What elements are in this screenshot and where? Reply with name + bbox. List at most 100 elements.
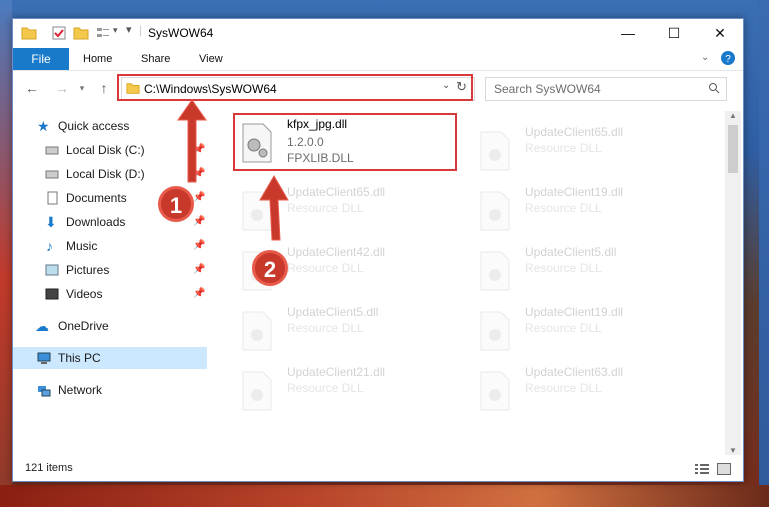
desktop-background-left — [0, 0, 12, 507]
sidebar-item-label: Videos — [66, 287, 103, 301]
search-icon[interactable] — [708, 82, 720, 94]
file-item[interactable]: UpdateClient65.dll Resource DLL — [473, 123, 699, 183]
drive-icon — [45, 170, 59, 179]
file-name: UpdateClient63.dll — [525, 365, 624, 379]
new-folder-icon[interactable] — [73, 25, 89, 41]
callout-two: 2 — [252, 250, 288, 286]
sidebar-item-label: Local Disk (D:) — [66, 167, 145, 181]
maximize-button[interactable]: ☐ — [651, 19, 697, 47]
window-title: SysWOW64 — [148, 26, 214, 40]
file-description: Resource DLL — [525, 381, 602, 395]
pin-icon[interactable]: 📌 — [193, 283, 205, 305]
sidebar-item-label: Downloads — [66, 215, 126, 229]
file-name: UpdateClient19.dll — [525, 305, 624, 319]
up-arrow-icon[interactable]: ↑ — [95, 79, 113, 97]
file-name: UpdateClient21.dll — [287, 365, 386, 379]
properties-icon[interactable] — [51, 25, 67, 41]
file-item[interactable]: UpdateClient19.dll Resource DLL — [473, 183, 699, 243]
dll-gear-icon — [480, 311, 510, 351]
scroll-up-icon[interactable]: ▲ — [729, 111, 737, 120]
desktop-background-bottom — [0, 485, 769, 507]
sidebar-item-pictures[interactable]: Pictures 📌 — [13, 259, 207, 281]
file-item[interactable]: UpdateClient21.dll Resource DLL — [235, 363, 461, 423]
sidebar-item-label: Network — [58, 383, 103, 397]
customize-toolbar-icon[interactable]: ▾ — [126, 23, 132, 36]
sidebar-item-videos[interactable]: Videos 📌 — [13, 283, 207, 305]
desktop-background-right — [759, 0, 769, 507]
tab-share[interactable]: Share — [141, 48, 170, 70]
folder-icon — [21, 27, 37, 40]
arrow-one — [177, 99, 207, 183]
details-view-icon[interactable] — [695, 463, 709, 475]
help-icon[interactable]: ? — [721, 51, 735, 65]
download-arrow-icon: ⬇ — [45, 214, 57, 230]
search-input[interactable]: Search SysWOW64 — [485, 77, 727, 101]
star-icon: ★ — [37, 118, 50, 134]
arrow-two — [259, 175, 289, 241]
sidebar-item-label: Documents — [66, 191, 127, 205]
file-item[interactable]: UpdateClient19.dll Resource DLL — [473, 303, 699, 363]
pictures-icon — [45, 264, 59, 276]
file-description: Resource DLL — [525, 261, 602, 275]
explorer-window: ▾ ▾ | SysWOW64 — ☐ ✕ File Home Share Vie… — [12, 18, 744, 482]
large-icons-view-icon[interactable] — [717, 463, 731, 475]
scroll-down-icon[interactable]: ▼ — [729, 446, 737, 455]
title-bar: ▾ ▾ | SysWOW64 — ☐ ✕ — [13, 19, 743, 47]
file-name: UpdateClient5.dll — [287, 305, 379, 319]
sidebar-item-label: Pictures — [66, 263, 110, 277]
tab-home[interactable]: Home — [83, 48, 112, 70]
sidebar-item-network[interactable]: Network — [13, 379, 207, 401]
sidebar-item-label: OneDrive — [58, 319, 109, 333]
videos-icon — [45, 288, 59, 300]
dll-gear-icon — [242, 311, 272, 351]
file-item[interactable]: UpdateClient63.dll Resource DLL — [473, 363, 699, 423]
forward-arrow-icon[interactable]: → — [53, 79, 71, 97]
dll-gear-icon — [480, 191, 510, 231]
file-description: Resource DLL — [287, 381, 364, 395]
music-note-icon: ♪ — [46, 238, 53, 254]
back-arrow-icon[interactable]: ← — [23, 79, 41, 97]
cloud-icon: ☁ — [35, 318, 49, 334]
ribbon: File Home Share View ⌄ ? — [13, 48, 743, 71]
drive-icon — [45, 146, 59, 155]
sidebar-item-this-pc[interactable]: This PC — [13, 347, 207, 369]
svg-text:?: ? — [725, 54, 731, 65]
file-description: Resource DLL — [287, 261, 364, 275]
scrollbar-thumb[interactable] — [728, 125, 738, 173]
close-button[interactable]: ✕ — [697, 19, 743, 47]
file-name: UpdateClient19.dll — [525, 185, 624, 199]
dll-gear-icon — [242, 371, 272, 411]
sidebar-item-label: Local Disk (C:) — [66, 143, 145, 157]
minimize-button[interactable]: — — [605, 19, 651, 47]
title-divider: | — [139, 23, 143, 37]
file-name: UpdateClient5.dll — [525, 245, 617, 259]
status-bar: 121 items — [13, 459, 743, 479]
callout-one: 1 — [158, 186, 194, 222]
annotation-arrows — [177, 99, 289, 241]
file-item[interactable]: UpdateClient5.dll Resource DLL — [473, 243, 699, 303]
dll-gear-icon — [480, 131, 510, 171]
documents-icon — [47, 191, 58, 205]
file-name: UpdateClient65.dll — [525, 125, 624, 139]
dll-gear-icon — [480, 251, 510, 291]
network-icon — [38, 386, 51, 397]
pin-icon[interactable]: 📌 — [193, 259, 205, 281]
recent-locations-icon[interactable]: ▾ — [73, 79, 91, 97]
chevron-down-icon[interactable]: ▾ — [113, 25, 118, 36]
computer-icon — [37, 352, 51, 364]
dll-gear-icon — [480, 371, 510, 411]
navigation-bar: ← → ▾ ↑ C:\Windows\SysWOW64 ⌄ ↻ Search S… — [13, 71, 743, 107]
search-placeholder: Search SysWOW64 — [494, 82, 601, 96]
file-description: Resource DLL — [525, 321, 602, 335]
sidebar-item-label: Music — [66, 239, 98, 253]
tab-view[interactable]: View — [199, 48, 223, 70]
expand-ribbon-icon[interactable]: ⌄ — [701, 52, 709, 63]
vertical-scrollbar[interactable]: ▲ ▼ — [725, 111, 741, 455]
file-description: Resource DLL — [525, 141, 602, 155]
file-tab[interactable]: File — [13, 48, 69, 70]
file-description: Resource DLL — [287, 321, 364, 335]
view-options-icon[interactable] — [95, 25, 111, 41]
file-item[interactable]: UpdateClient5.dll Resource DLL — [235, 303, 461, 363]
sidebar-item-label: This PC — [58, 351, 101, 365]
sidebar-item-onedrive[interactable]: ☁ OneDrive — [13, 315, 207, 337]
